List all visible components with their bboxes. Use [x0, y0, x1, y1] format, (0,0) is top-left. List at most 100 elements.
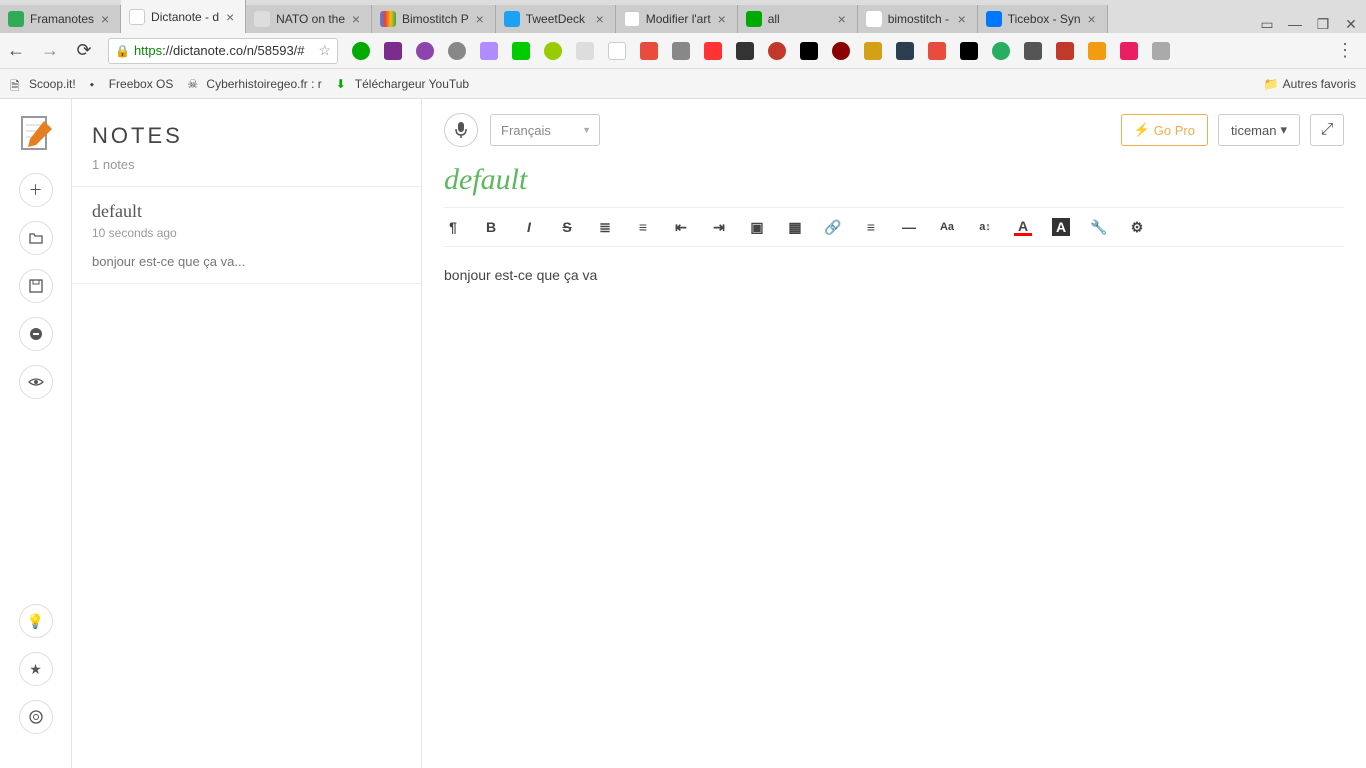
language-select[interactable]: Français — [490, 114, 600, 146]
ext-icon[interactable] — [672, 42, 690, 60]
new-note-button[interactable]: ＋ — [19, 173, 53, 207]
ext-icon[interactable] — [800, 42, 818, 60]
close-icon[interactable]: × — [835, 12, 849, 26]
ext-icon[interactable] — [1120, 42, 1138, 60]
dictate-button[interactable] — [444, 113, 478, 147]
bookmark-cyberhistoire[interactable]: ☠ Cyberhistoiregeo.fr : r — [187, 77, 321, 91]
tab-all[interactable]: all × — [738, 5, 858, 33]
ext-icon[interactable] — [768, 42, 786, 60]
go-pro-button[interactable]: ⚡ Go Pro — [1121, 114, 1208, 146]
ext-icon[interactable] — [928, 42, 946, 60]
ext-icon[interactable] — [352, 42, 370, 60]
tab-framanotes[interactable]: Framanotes × — [0, 5, 121, 33]
ext-icon[interactable] — [736, 42, 754, 60]
user-label: ticeman — [1231, 123, 1277, 138]
close-icon[interactable]: × — [593, 12, 607, 26]
tab-bimostitch[interactable]: Bimostitch P × — [372, 5, 496, 33]
lock-icon: 🔒 — [115, 44, 130, 58]
favicon — [986, 11, 1002, 27]
tab-ticebox[interactable]: Ticebox - Syn × — [978, 5, 1108, 33]
close-icon[interactable]: × — [98, 12, 112, 26]
tab-modifier[interactable]: Modifier l'art × — [616, 5, 738, 33]
image-tool[interactable]: ▣ — [748, 218, 766, 236]
minimize-button[interactable]: — — [1286, 15, 1304, 33]
ext-icon[interactable] — [960, 42, 978, 60]
settings-tool[interactable]: ⚙ — [1128, 218, 1146, 236]
tab-dictanote[interactable]: Dictanote - d × — [121, 0, 246, 33]
ext-icon[interactable] — [416, 42, 434, 60]
browser-menu-button[interactable]: ⋮ — [1330, 40, 1360, 61]
preview-button[interactable] — [19, 365, 53, 399]
table-tool[interactable]: ▦ — [786, 218, 804, 236]
ext-icon[interactable] — [576, 42, 594, 60]
font-family-tool[interactable]: Aa — [938, 218, 956, 236]
close-window-button[interactable]: ✕ — [1342, 15, 1360, 33]
close-icon[interactable]: × — [715, 12, 729, 26]
bookmark-youtube-dl[interactable]: ⬇ Téléchargeur YouTub — [336, 77, 469, 91]
ext-icon[interactable] — [512, 42, 530, 60]
ext-icon[interactable] — [1088, 42, 1106, 60]
ext-icon[interactable] — [704, 42, 722, 60]
maximize-button[interactable]: ❐ — [1314, 15, 1332, 33]
close-icon[interactable]: × — [1085, 12, 1099, 26]
tips-button[interactable]: 💡 — [19, 604, 53, 638]
ext-icon[interactable] — [1056, 42, 1074, 60]
outdent-tool[interactable]: ⇤ — [672, 218, 690, 236]
link-tool[interactable]: 🔗 — [824, 218, 842, 236]
indent-tool[interactable]: ⇥ — [710, 218, 728, 236]
ext-icon[interactable] — [864, 42, 882, 60]
bookmark-freebox[interactable]: ⬩ Freebox OS — [90, 77, 174, 91]
star-icon[interactable]: ☆ — [318, 42, 331, 59]
ordered-list-tool[interactable]: ≡ — [634, 218, 652, 236]
strike-tool[interactable]: S — [558, 218, 576, 236]
forward-button[interactable]: → — [40, 41, 60, 61]
favorites-button[interactable]: ★ — [19, 652, 53, 686]
more-tools-tool[interactable]: 🔧 — [1090, 218, 1108, 236]
back-button[interactable]: ← — [6, 41, 26, 61]
save-button[interactable] — [19, 269, 53, 303]
italic-tool[interactable]: I — [520, 218, 538, 236]
unordered-list-tool[interactable]: ≣ — [596, 218, 614, 236]
align-tool[interactable]: ≡ — [862, 218, 880, 236]
document-title[interactable]: default — [444, 163, 1344, 197]
close-icon[interactable]: × — [473, 12, 487, 26]
tab-tweetdeck[interactable]: TweetDeck × — [496, 5, 616, 33]
ext-icon[interactable] — [1152, 42, 1170, 60]
bg-color-tool[interactable]: A — [1052, 218, 1070, 236]
close-icon[interactable]: × — [223, 10, 237, 24]
favicon — [8, 11, 24, 27]
favicon — [624, 11, 640, 27]
tab-bimostitch-search[interactable]: bimostitch - × — [858, 5, 978, 33]
fullscreen-button[interactable]: ⤢ — [1310, 114, 1344, 146]
remove-button[interactable] — [19, 317, 53, 351]
hr-tool[interactable]: — — [900, 218, 918, 236]
close-icon[interactable]: × — [349, 12, 363, 26]
paragraph-tool[interactable]: ¶ — [444, 218, 462, 236]
close-icon[interactable]: × — [955, 12, 969, 26]
other-bookmarks-folder[interactable]: 📁 Autres favoris — [1264, 77, 1356, 91]
bookmark-scoopit[interactable]: 🗎 Scoop.it! — [10, 77, 76, 91]
ext-icon[interactable] — [640, 42, 658, 60]
ext-icon[interactable] — [896, 42, 914, 60]
font-size-tool[interactable]: a↕ — [976, 218, 994, 236]
note-list-item[interactable]: default 10 seconds ago bonjour est-ce qu… — [72, 187, 421, 284]
folders-button[interactable] — [19, 221, 53, 255]
ext-icon[interactable] — [480, 42, 498, 60]
ext-icon[interactable] — [544, 42, 562, 60]
ext-icon[interactable] — [384, 42, 402, 60]
editor-panel: Français ⚡ Go Pro ticeman ▾ ⤢ default ¶ … — [422, 99, 1366, 768]
bold-tool[interactable]: B — [482, 218, 500, 236]
ext-icon[interactable] — [1024, 42, 1042, 60]
ext-icon[interactable] — [832, 42, 850, 60]
help-button[interactable] — [19, 700, 53, 734]
ext-icon[interactable] — [992, 42, 1010, 60]
tab-nato[interactable]: NATO on the × — [246, 5, 372, 33]
editor-body[interactable]: bonjour est-ce que ça va — [444, 261, 1344, 283]
user-menu-button[interactable]: ticeman ▾ — [1218, 114, 1300, 146]
ext-icon[interactable] — [608, 42, 626, 60]
reload-button[interactable]: ⟳ — [74, 41, 94, 61]
text-color-tool[interactable]: A — [1014, 218, 1032, 236]
url-field[interactable]: 🔒 https://dictanote.co/n/58593/# ☆ — [108, 38, 338, 64]
new-tab-button[interactable]: ▭ — [1258, 15, 1276, 33]
ext-icon[interactable] — [448, 42, 466, 60]
